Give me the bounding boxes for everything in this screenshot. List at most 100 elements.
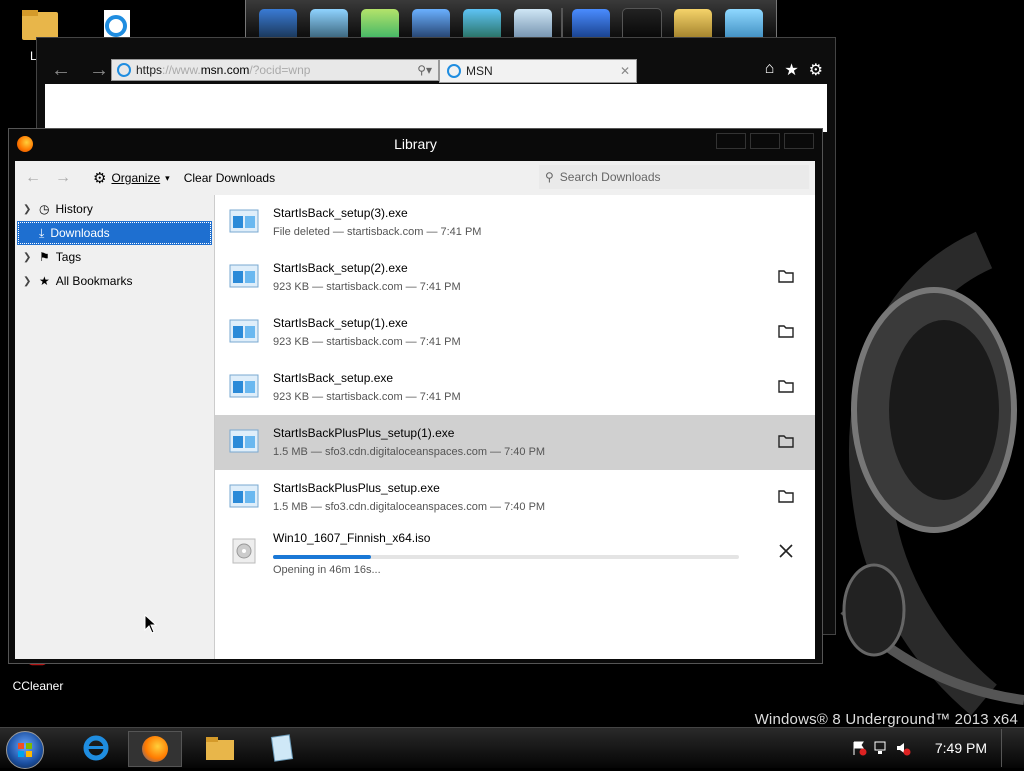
- search-placeholder: Search Downloads: [559, 170, 661, 184]
- sidebar-item-downloads[interactable]: ⤓ Downloads: [17, 221, 212, 245]
- chevron-down-icon: ▾: [165, 172, 170, 183]
- sidebar-item-tags[interactable]: ❯ ⚑ Tags: [15, 245, 214, 269]
- exe-file-icon: [229, 429, 259, 453]
- exe-file-icon: [229, 319, 259, 343]
- search-downloads-input[interactable]: ⚲ Search Downloads: [539, 165, 809, 189]
- clear-downloads-button[interactable]: Clear Downloads: [184, 171, 275, 185]
- sidebar-item-label: Tags: [55, 250, 82, 264]
- taskbar-internet-explorer[interactable]: [70, 731, 122, 765]
- file-explorer-icon: [206, 737, 234, 760]
- ie-nav-buttons: ← →: [37, 59, 121, 82]
- download-item[interactable]: StartIsBack_setup(1).exe 923 KB — starti…: [215, 305, 815, 360]
- taskbar-notepad[interactable]: [256, 731, 308, 765]
- exe-file-icon: [229, 484, 259, 508]
- start-button[interactable]: [6, 731, 44, 769]
- folder-icon[interactable]: [777, 322, 795, 340]
- sidebar-item-history[interactable]: ❯ ◷ History: [15, 197, 214, 221]
- maximize-button[interactable]: [750, 133, 780, 149]
- download-status: 923 KB — startisback.com — 7:41 PM: [273, 336, 461, 348]
- exe-file-icon: [229, 209, 259, 233]
- close-icon[interactable]: ✕: [620, 64, 630, 78]
- ie-tab-msn[interactable]: MSN ✕: [439, 59, 637, 83]
- download-filename: StartIsBack_setup(1).exe: [273, 316, 408, 330]
- forward-icon[interactable]: →: [89, 59, 109, 82]
- mouse-cursor-icon: [144, 614, 158, 634]
- sidebar-item-all-bookmarks[interactable]: ❯ ★ All Bookmarks: [15, 269, 214, 293]
- address-domain: msn.com: [200, 63, 250, 77]
- download-progress-bar: [273, 555, 739, 559]
- iso-disc-file-icon: [232, 538, 256, 564]
- folder-icon[interactable]: [777, 267, 795, 285]
- star-icon: ★: [39, 274, 50, 288]
- organize-label: Organize: [111, 171, 161, 185]
- download-filename: StartIsBackPlusPlus_setup(1).exe: [273, 426, 455, 440]
- download-item[interactable]: StartIsBackPlusPlus_setup(1).exe 1.5 MB …: [215, 415, 815, 470]
- ie-tab-icon: [447, 64, 461, 78]
- download-item[interactable]: StartIsBack_setup(2).exe 923 KB — starti…: [215, 250, 815, 305]
- progress-fill: [273, 555, 371, 559]
- download-status: 923 KB — startisback.com — 7:41 PM: [273, 391, 461, 403]
- clock-icon: ◷: [39, 202, 50, 216]
- exe-file-icon: [229, 264, 259, 288]
- internet-explorer-icon: [83, 735, 109, 761]
- download-filename: StartIsBack_setup(2).exe: [273, 261, 408, 275]
- expand-arrow-icon[interactable]: ❯: [23, 204, 33, 215]
- download-filename: StartIsBack_setup(3).exe: [273, 206, 408, 220]
- home-icon[interactable]: ⌂: [765, 60, 775, 80]
- ie-page-icon: [117, 63, 131, 77]
- download-filename: StartIsBackPlusPlus_setup.exe: [273, 481, 440, 495]
- search-icon[interactable]: ⚲▾: [417, 63, 432, 77]
- download-item[interactable]: StartIsBackPlusPlus_setup.exe 1.5 MB — s…: [215, 470, 815, 525]
- address-scheme: https: [136, 63, 163, 77]
- firefox-icon: [142, 736, 168, 762]
- minimize-button[interactable]: [716, 133, 746, 149]
- library-sidebar: ❯ ◷ History ⤓ Downloads ❯ ⚑ Tags ❯ ★ All…: [15, 195, 215, 659]
- taskbar-clock[interactable]: 7:49 PM: [935, 740, 987, 756]
- back-icon[interactable]: ←: [51, 59, 71, 82]
- taskbar-file-explorer[interactable]: [194, 731, 246, 765]
- download-status: 1.5 MB — sfo3.cdn.digitaloceanspaces.com…: [273, 501, 546, 513]
- ie-address-bar[interactable]: https://www. msn.com/?ocid=wnp ⚲▾: [111, 59, 439, 81]
- download-status: Opening in 46m 16s...: [273, 564, 381, 576]
- sidebar-item-label: All Bookmarks: [55, 274, 133, 288]
- network-icon[interactable]: [873, 740, 889, 756]
- sidebar-item-label: History: [55, 202, 93, 216]
- download-icon: ⤓: [39, 225, 45, 240]
- downloads-list: StartIsBack_setup(3).exe File deleted — …: [215, 195, 815, 659]
- library-window: Library ← → ⚙ Organize ▾ Clear Downloads…: [8, 128, 823, 664]
- address-query: /?ocid=wnp: [249, 63, 311, 77]
- tag-icon: ⚑: [39, 250, 50, 264]
- forward-arrow-icon[interactable]: →: [55, 169, 71, 187]
- download-filename: StartIsBack_setup.exe: [273, 371, 394, 385]
- ie-toolbar: ← → https://www. msn.com/?ocid=wnp ⚲▾ MSN…: [37, 56, 835, 84]
- sidebar-item-label: Downloads: [50, 226, 110, 240]
- back-arrow-icon[interactable]: ←: [25, 169, 41, 187]
- download-status: 923 KB — startisback.com — 7:41 PM: [273, 281, 461, 293]
- expand-arrow-icon[interactable]: ❯: [23, 252, 33, 263]
- clear-downloads-label: Clear Downloads: [183, 171, 276, 185]
- cancel-x-icon[interactable]: [777, 542, 795, 560]
- show-desktop-button[interactable]: [1001, 729, 1010, 767]
- download-item[interactable]: StartIsBack_setup.exe 923 KB — startisba…: [215, 360, 815, 415]
- notepad-icon: [270, 734, 294, 762]
- folder-icon[interactable]: [777, 487, 795, 505]
- organize-button[interactable]: ⚙ Organize ▾: [93, 169, 170, 187]
- folder-icon[interactable]: [777, 377, 795, 395]
- expand-arrow-icon[interactable]: ❯: [23, 276, 33, 287]
- download-status: File deleted — startisback.com — 7:41 PM: [273, 226, 482, 238]
- library-toolbar: ← → ⚙ Organize ▾ Clear Downloads ⚲ Searc…: [15, 161, 815, 196]
- download-item-in-progress[interactable]: Win10_1607_Finnish_x64.iso Opening in 46…: [215, 525, 815, 580]
- taskbar: 7:49 PM: [0, 727, 1024, 769]
- download-item[interactable]: StartIsBack_setup(3).exe File deleted — …: [215, 195, 815, 250]
- ie-command-buttons: ⌂ ★ ⚙: [765, 60, 823, 80]
- ie-tab-title: MSN: [466, 64, 493, 78]
- settings-gear-icon[interactable]: ⚙: [809, 60, 823, 80]
- volume-muted-icon[interactable]: [895, 740, 911, 756]
- address-prefix: ://www.: [162, 63, 201, 77]
- taskbar-firefox[interactable]: [128, 731, 182, 767]
- close-button[interactable]: [784, 133, 814, 149]
- action-center-flag-icon[interactable]: [851, 740, 867, 756]
- folder-icon[interactable]: [777, 432, 795, 450]
- download-status: 1.5 MB — sfo3.cdn.digitaloceanspaces.com…: [273, 446, 546, 458]
- favorites-star-icon[interactable]: ★: [784, 60, 798, 80]
